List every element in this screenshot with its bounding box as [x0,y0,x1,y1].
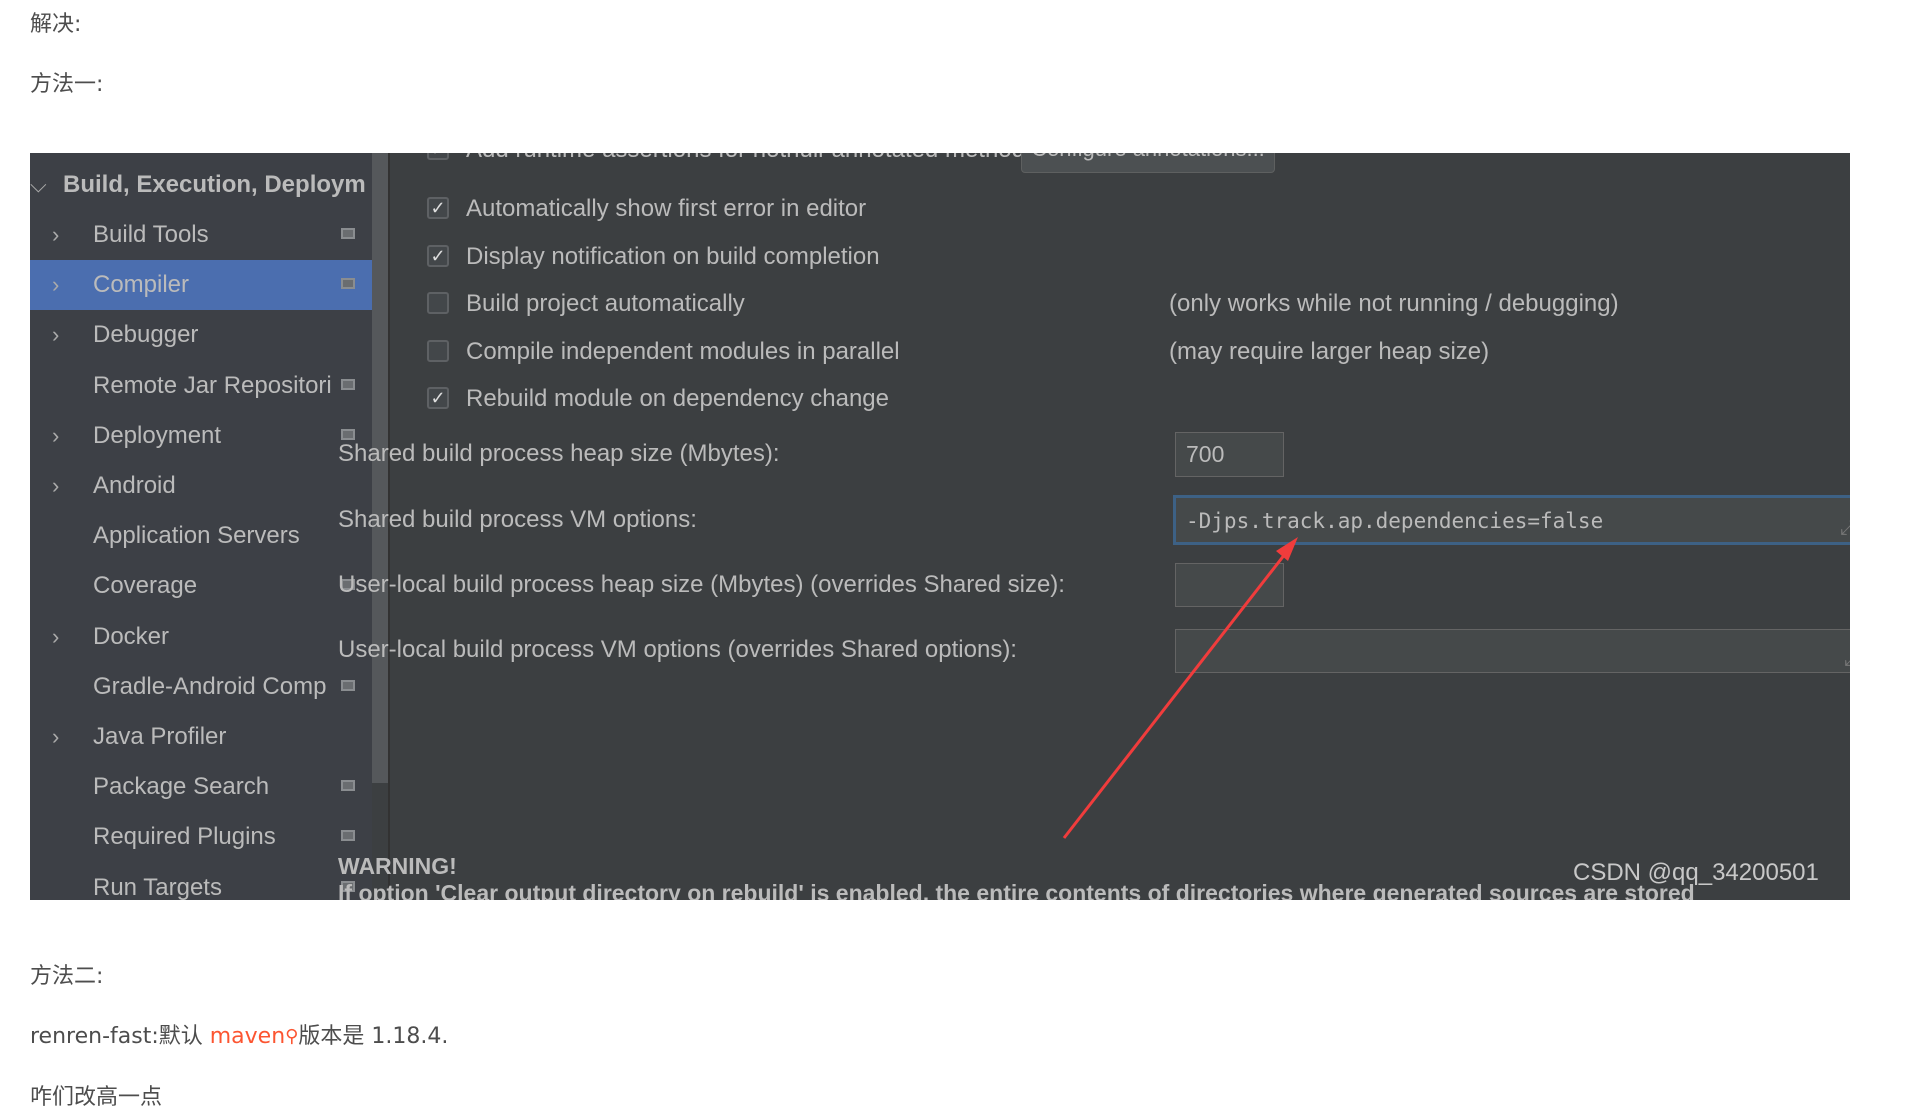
text-raise: 咋们改高一点 [30,1085,163,1110]
text-method-one: 方法一: [30,72,104,97]
settings-screenshot: ⌵ Build, Execution, Deploym › Build Tools… [30,153,1850,900]
maven-link[interactable]: maven [210,1024,285,1049]
search-icon[interactable]: ⚲ [285,1026,298,1047]
text-version-suffix: 版本是 1.18.4. [298,1024,449,1049]
text-version-prefix: renren-fast:默认 [30,1024,210,1049]
text-version: renren-fast:默认 maven⚲版本是 1.18.4. [30,1022,448,1052]
red-arrow-annotation [1062,537,1298,839]
text-method-two: 方法二: [30,964,104,989]
text-solution: 解决: [30,12,82,37]
